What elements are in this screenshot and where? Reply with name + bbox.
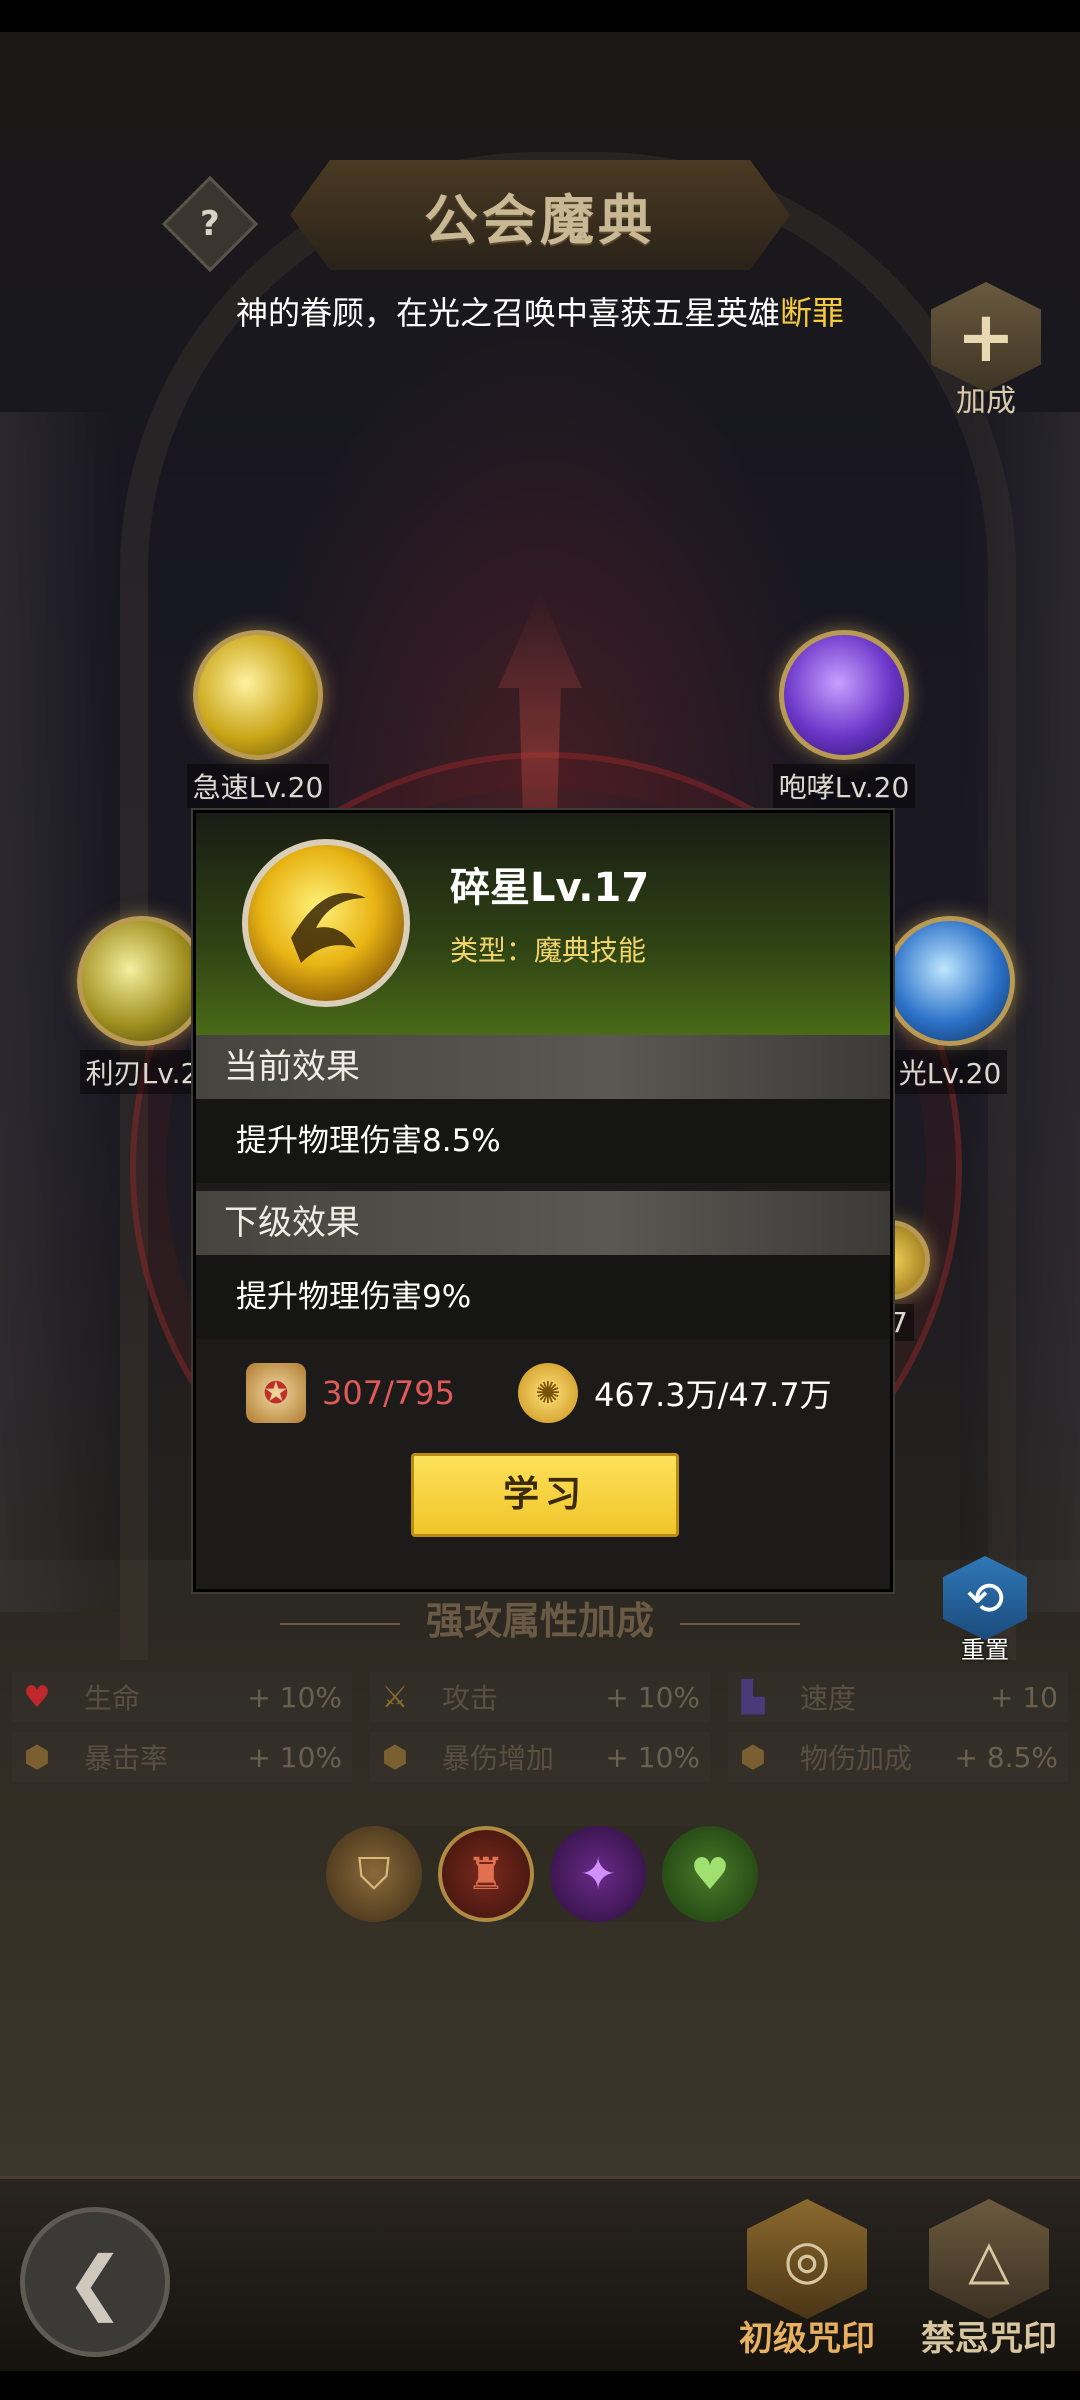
next-effect-header: 下级效果 [196,1191,890,1255]
attribute-name: 物伤加成 [800,1742,913,1775]
divider [279,1622,400,1625]
skill-name: 碎星Lv.17 [450,865,650,911]
heart-leaf-icon[interactable]: ♥ [662,1826,758,1922]
skill-node-roar[interactable]: 咆哮Lv.20 [744,630,944,808]
gold-cost: ✺ 467.3万/47.7万 [518,1363,832,1423]
boot-icon: ▙ [741,1679,765,1715]
question-icon: ? [200,203,220,244]
title-plate: 公会魔典 [290,160,790,270]
attribute-cell: ⬢ 暴伤增加 + 10% [370,1732,710,1782]
reset-button[interactable]: ⟲ 重置 [940,1556,1030,1665]
skill-node-label: 利刃Lv.2 [79,1050,205,1094]
attribute-name: 生命 [84,1682,141,1715]
basic-seal-tab[interactable]: ◎ 初级咒印 [722,2199,892,2360]
attribute-cell: ⚔ 攻击 + 10% [370,1672,710,1722]
skill-type: 类型：魔典技能 [450,934,647,967]
shatter-star-skill-icon [242,839,410,1007]
bonus-button[interactable]: + 加成 [924,282,1048,422]
guild-badge-icon: ✪ [246,1363,306,1423]
basic-seal-icon: ◎ [747,2199,867,2319]
lightning-icon [885,916,1015,1046]
back-button[interactable]: ❮ [20,2207,170,2357]
current-effect-header: 当前效果 [196,1035,890,1099]
announcement-hero-name: 断罪 [780,294,845,332]
attribute-value: + 10% [605,1740,700,1774]
attribute-name: 暴伤增加 [442,1742,555,1775]
blade-icon [77,916,207,1046]
crit-damage-icon: ⬢ [381,1739,409,1775]
roar-icon [779,630,909,760]
gold-coin-icon: ✺ [518,1363,578,1423]
attribute-value: + 10 [990,1680,1058,1714]
attribute-name: 速度 [800,1682,857,1715]
attribute-name: 攻击 [442,1682,499,1715]
learn-button[interactable]: 学习 [411,1453,679,1537]
attribute-cell: ▙ 速度 + 10 [728,1672,1068,1722]
attribute-title: 强攻属性加成 [0,1590,1080,1645]
shield-icon[interactable]: ⛉ [326,1826,422,1922]
contribution-cost: ✪ 307/795 [246,1363,455,1423]
page-title: 公会魔典 [424,188,656,252]
crit-rate-icon: ⬢ [23,1739,51,1775]
bottom-nav: ❮ ◎ 初级咒印 △ 禁忌咒印 [0,2176,1080,2371]
current-effect-text: 提升物理伤害8.5% [196,1099,890,1183]
gold-amount: 467.3万/47.7万 [594,1376,832,1414]
element-tab-row: ⛉ ♜ ✦ ♥ [326,1826,758,1922]
skill-node-label: 光Lv.20 [892,1050,1008,1094]
magic-icon[interactable]: ✦ [550,1826,646,1922]
attribute-value: + 8.5% [954,1740,1059,1774]
attribute-name: 暴击率 [84,1742,169,1775]
skill-emblem-icon [291,893,366,963]
sword-icon: ⚔ [381,1679,409,1715]
skill-detail-popup: 碎星Lv.17 类型：魔典技能 当前效果 提升物理伤害8.5% 下级效果 提升物… [193,810,893,1592]
reset-icon: ⟲ [943,1556,1027,1640]
popup-header: 碎星Lv.17 类型：魔典技能 [196,813,890,1035]
physical-damage-icon: ⬢ [739,1739,767,1775]
forbidden-seal-tab[interactable]: △ 禁忌咒印 [904,2199,1074,2360]
forbidden-seal-icon: △ [929,2199,1049,2319]
announcement-text: 神的眷顾，在光之召唤中喜获五星英雄 [235,294,780,332]
announcement-banner: 神的眷顾，在光之召唤中喜获五星英雄断罪 [0,288,1080,334]
attribute-title-text: 强攻属性加成 [425,1599,654,1643]
haste-icon [193,630,323,760]
attribute-value: + 10% [247,1740,342,1774]
attribute-cell: ⬢ 物伤加成 + 8.5% [728,1732,1068,1782]
back-arrow-icon: ❮ [65,2241,125,2323]
attribute-value: + 10% [247,1680,342,1714]
skill-node-haste[interactable]: 急速Lv.20 [158,630,358,808]
skill-node-label: 急速Lv.20 [186,764,330,808]
attribute-cell: ♥ 生命 + 10% [12,1672,352,1722]
skill-node-label: 咆哮Lv.20 [772,764,916,808]
contribution-amount: 307/795 [322,1374,455,1412]
attribute-cell: ⬢ 暴击率 + 10% [12,1732,352,1782]
next-effect-text: 提升物理伤害9% [196,1255,890,1339]
attribute-value: + 10% [605,1680,700,1714]
divider [680,1622,800,1625]
warrior-icon[interactable]: ♜ [438,1826,534,1922]
heart-icon: ♥ [23,1679,51,1715]
